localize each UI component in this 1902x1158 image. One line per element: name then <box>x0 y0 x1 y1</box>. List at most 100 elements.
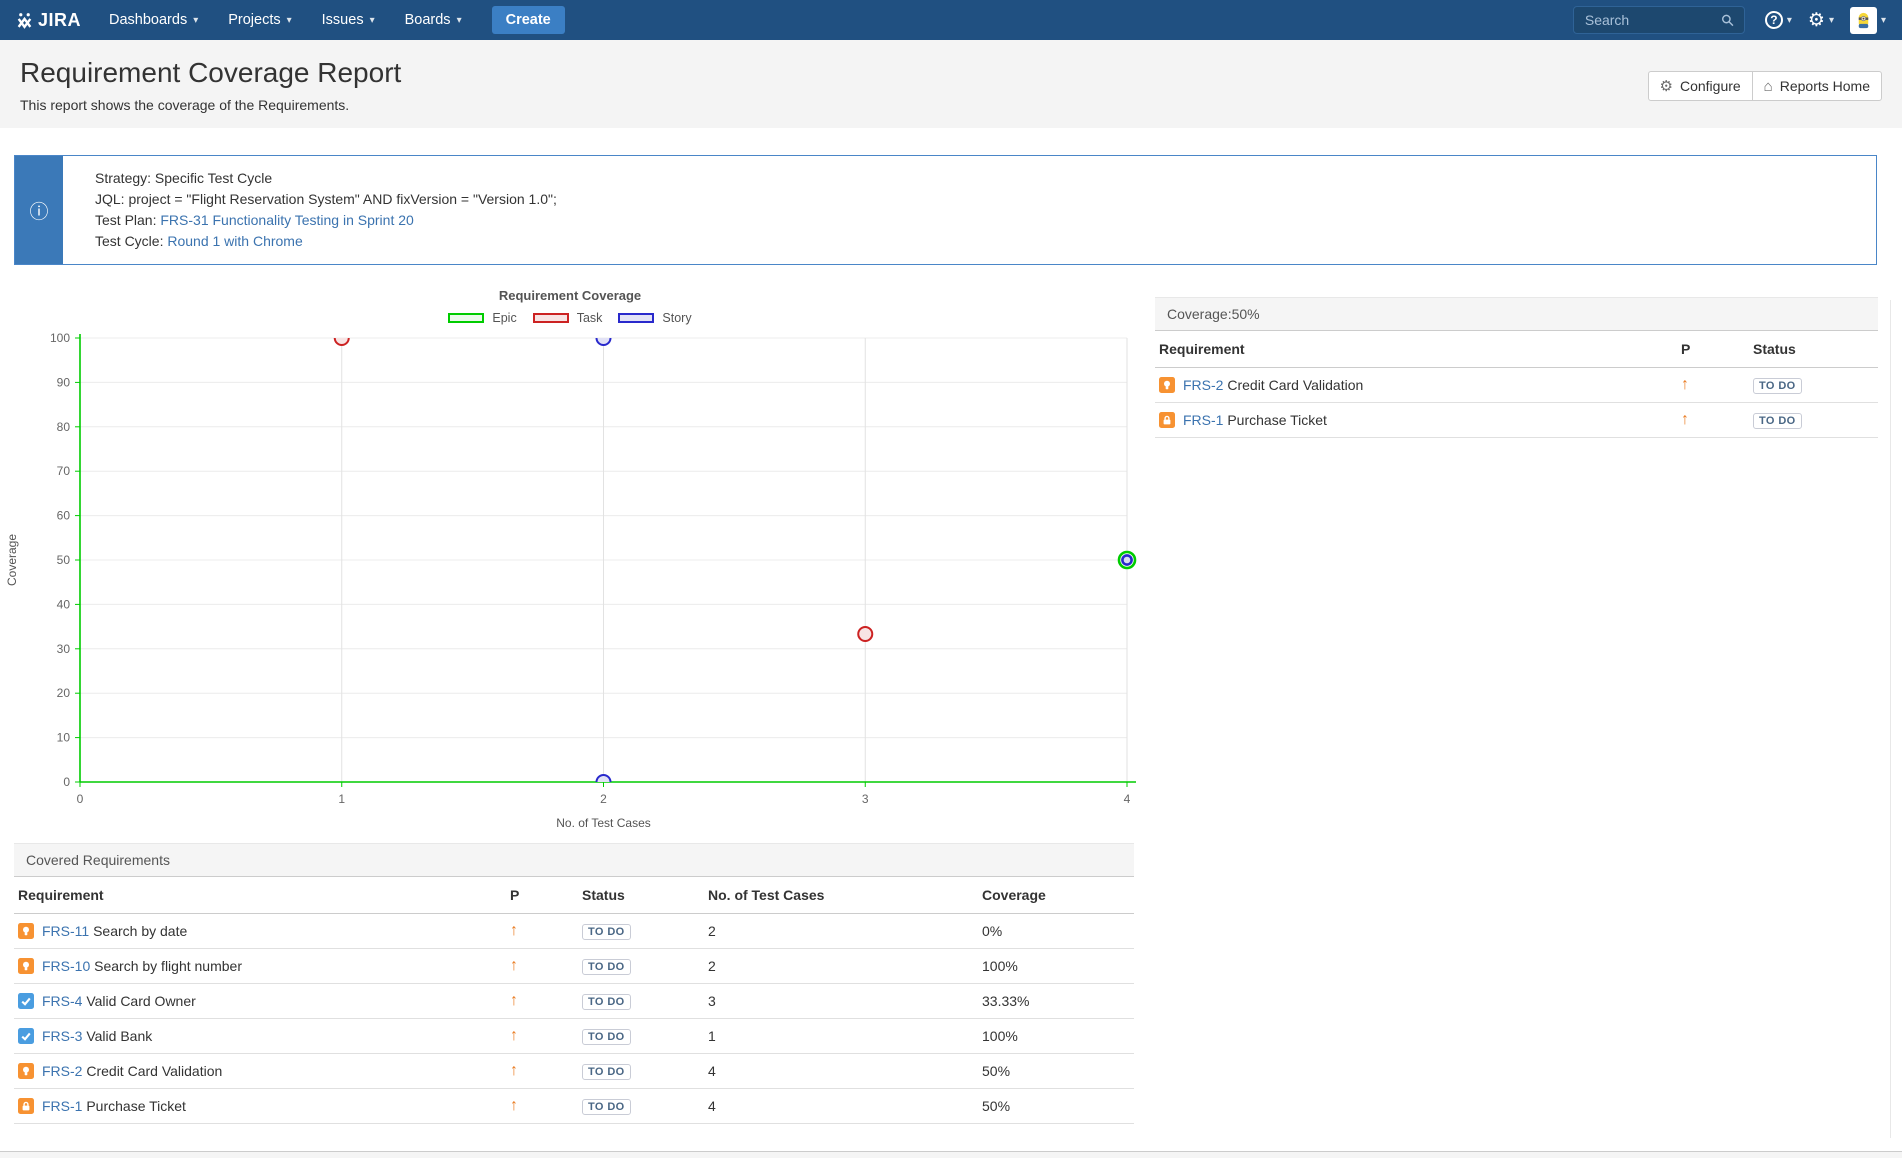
table-row[interactable]: FRS-3 Valid Bank↑TO DO1100% <box>14 1019 1134 1054</box>
table-row[interactable]: FRS-4 Valid Card Owner↑TO DO333.33% <box>14 984 1134 1019</box>
jira-logo[interactable]: JIRA <box>16 10 81 31</box>
covered-requirements-header: Covered Requirements <box>14 843 1134 877</box>
svg-text:10: 10 <box>57 731 71 745</box>
test-plan-link[interactable]: FRS-31 Functionality Testing in Sprint 2… <box>160 212 413 228</box>
page-subtitle: This report shows the coverage of the Re… <box>20 97 1882 113</box>
column-header: Status <box>1749 331 1878 368</box>
issue-key-link[interactable]: FRS-2 <box>1183 377 1223 393</box>
table-row[interactable]: FRS-1 Purchase Ticket↑TO DO450% <box>14 1089 1134 1124</box>
issue-key-link[interactable]: FRS-2 <box>42 1063 82 1079</box>
admin-settings-menu[interactable]: ⚙ ▾ <box>1808 11 1834 30</box>
coverage-panel-table: RequirementPStatus FRS-2 Credit Card Val… <box>1155 331 1878 438</box>
top-navigation: JIRA Dashboards ▾ Projects ▾ Issues ▾ Bo… <box>0 0 1902 40</box>
reports-home-icon: ⌂ <box>1764 79 1773 94</box>
column-header: Coverage <box>978 877 1134 914</box>
chevron-down-icon: ▾ <box>1787 15 1792 26</box>
legend-item-task: Task <box>533 311 603 325</box>
coverage-cell: 100% <box>978 1019 1134 1054</box>
requirement-cell: FRS-11 Search by date <box>14 914 506 949</box>
priority-cell: ↑ <box>506 1089 578 1124</box>
status-cell: TO DO <box>578 1054 704 1089</box>
configure-label: Configure <box>1680 78 1741 94</box>
issue-summary: Search by date <box>93 923 187 939</box>
status-cell: TO DO <box>578 984 704 1019</box>
requirement-cell: FRS-2 Credit Card Validation <box>14 1054 506 1089</box>
priority-up-icon: ↑ <box>510 1062 518 1079</box>
issue-key-link[interactable]: FRS-3 <box>42 1028 82 1044</box>
chart-point[interactable] <box>597 331 611 345</box>
svg-text:No. of Test Cases: No. of Test Cases <box>556 816 651 830</box>
priority-cell: ↑ <box>1677 368 1749 403</box>
chart-point[interactable] <box>858 627 872 641</box>
covered-requirements-table: RequirementPStatusNo. of Test CasesCover… <box>14 877 1134 1124</box>
priority-cell: ↑ <box>1677 403 1749 438</box>
story-icon <box>18 1063 34 1079</box>
nav-item-dashboards[interactable]: Dashboards ▾ <box>109 12 198 28</box>
user-profile-menu[interactable]: ▾ <box>1850 7 1886 34</box>
issue-summary: Purchase Ticket <box>1227 412 1327 428</box>
search-icon[interactable] <box>1721 13 1735 28</box>
issue-summary: Valid Bank <box>86 1028 152 1044</box>
reports-home-button[interactable]: ⌂ Reports Home <box>1752 71 1882 101</box>
table-row[interactable]: FRS-1 Purchase Ticket↑TO DO <box>1155 403 1878 438</box>
column-header: Requirement <box>1155 331 1677 368</box>
status-badge: TO DO <box>1753 378 1802 394</box>
test-plan-label: Test Plan: <box>95 212 160 228</box>
issue-key-link[interactable]: FRS-4 <box>42 993 82 1009</box>
table-row[interactable]: FRS-11 Search by date↑TO DO20% <box>14 914 1134 949</box>
page-title: Requirement Coverage Report <box>20 57 1882 89</box>
issue-key-link[interactable]: FRS-1 <box>1183 412 1223 428</box>
table-row[interactable]: FRS-2 Credit Card Validation↑TO DO450% <box>14 1054 1134 1089</box>
priority-cell: ↑ <box>506 1054 578 1089</box>
status-cell: TO DO <box>578 1019 704 1054</box>
info-stripe: ⓘ <box>15 156 63 264</box>
story-icon <box>18 923 34 939</box>
requirement-cell: FRS-10 Search by flight number <box>14 949 506 984</box>
help-menu[interactable]: ? ▾ <box>1765 11 1792 29</box>
svg-text:20: 20 <box>57 686 71 700</box>
nav-item-projects[interactable]: Projects ▾ <box>228 12 291 28</box>
svg-text:1: 1 <box>338 792 345 806</box>
brand-label: JIRA <box>38 10 81 31</box>
requirement-cell: FRS-1 Purchase Ticket <box>1155 403 1677 438</box>
legend-label: Epic <box>492 311 516 325</box>
main-content: Requirement Coverage EpicTaskStory 01020… <box>0 288 1902 1124</box>
svg-text:2: 2 <box>600 792 607 806</box>
status-badge: TO DO <box>582 1099 631 1115</box>
priority-up-icon: ↑ <box>510 992 518 1009</box>
create-button[interactable]: Create <box>492 6 565 34</box>
svg-text:70: 70 <box>57 464 71 478</box>
issue-key-link[interactable]: FRS-1 <box>42 1098 82 1114</box>
priority-up-icon: ↑ <box>510 957 518 974</box>
test-cycle-link[interactable]: Round 1 with Chrome <box>167 233 302 249</box>
issue-key-link[interactable]: FRS-10 <box>42 958 90 974</box>
chart-block: Requirement Coverage EpicTaskStory 01020… <box>0 288 1140 838</box>
table-row[interactable]: FRS-2 Credit Card Validation↑TO DO <box>1155 368 1878 403</box>
svg-text:Coverage: Coverage <box>5 534 19 586</box>
issue-summary: Valid Card Owner <box>86 993 195 1009</box>
search-box[interactable] <box>1573 6 1745 34</box>
column-header: Status <box>578 877 704 914</box>
priority-up-icon: ↑ <box>1681 376 1689 393</box>
nav-item-boards[interactable]: Boards ▾ <box>405 12 462 28</box>
status-badge: TO DO <box>582 994 631 1010</box>
svg-text:40: 40 <box>57 597 71 611</box>
nav-item-issues[interactable]: Issues ▾ <box>322 12 375 28</box>
requirement-cell: FRS-4 Valid Card Owner <box>14 984 506 1019</box>
table-row[interactable]: FRS-10 Search by flight number↑TO DO2100… <box>14 949 1134 984</box>
gear-icon: ⚙ <box>1808 11 1825 30</box>
task-icon <box>18 993 34 1009</box>
issue-key-link[interactable]: FRS-11 <box>42 923 89 939</box>
chart-point-selected[interactable] <box>1122 555 1131 564</box>
chart-point[interactable] <box>335 331 349 345</box>
epic-icon <box>18 1098 34 1114</box>
svg-text:3: 3 <box>862 792 869 806</box>
priority-cell: ↑ <box>506 914 578 949</box>
chevron-down-icon: ▾ <box>457 15 462 26</box>
legend-item-epic: Epic <box>448 311 516 325</box>
priority-up-icon: ↑ <box>510 922 518 939</box>
configure-button[interactable]: ⚙ Configure <box>1648 71 1753 101</box>
search-input[interactable] <box>1583 11 1721 29</box>
status-cell: TO DO <box>578 1089 704 1124</box>
requirement-coverage-chart: 010203040506070809010001234CoverageNo. o… <box>0 330 1140 838</box>
